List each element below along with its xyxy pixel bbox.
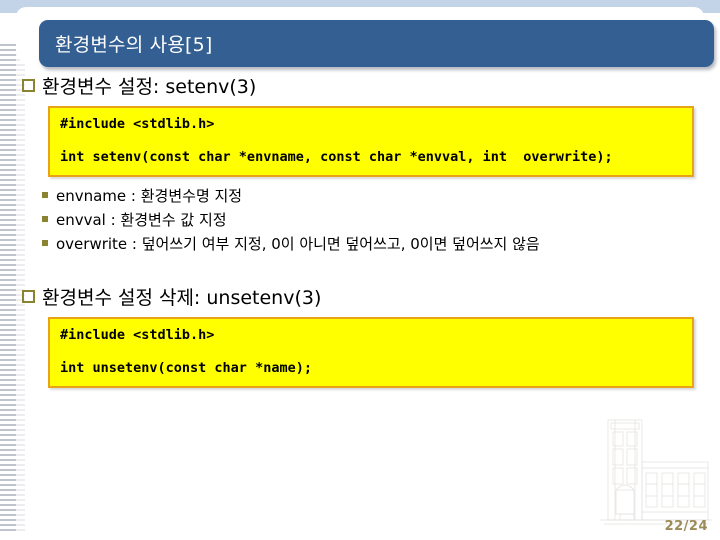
page-title: 환경변수의 사용[5] bbox=[55, 34, 213, 56]
list-item-label: envval : 환경변수 값 지정 bbox=[56, 210, 227, 229]
list-item-label: overwrite : 덮어쓰기 여부 지정, 0이 아니면 덮어쓰고, 0이면… bbox=[56, 234, 540, 253]
list-item: envname : 환경변수명 지정 bbox=[42, 185, 720, 206]
section-heading-2-label: 환경변수 설정 삭제: unsetenv(3) bbox=[42, 286, 322, 309]
list-item-label: envname : 환경변수명 지정 bbox=[56, 186, 243, 205]
code-block-setenv: #include <stdlib.h> int setenv(const cha… bbox=[48, 106, 694, 177]
filled-square-bullet-icon bbox=[42, 191, 48, 198]
filled-square-bullet-icon bbox=[42, 239, 48, 246]
slide-canvas: 환경변수의 사용[5] 환경변수 설정: setenv(3) #include … bbox=[0, 0, 720, 540]
hollow-square-bullet-icon bbox=[22, 289, 35, 303]
hollow-square-bullet-icon bbox=[22, 79, 35, 92]
code-line-signature: int setenv(const char *envname, const ch… bbox=[60, 148, 613, 165]
filled-square-bullet-icon bbox=[42, 215, 48, 222]
slide-content: 환경변수 설정: setenv(3) #include <stdlib.h> i… bbox=[0, 72, 720, 472]
section-heading-1-label: 환경변수 설정: setenv(3) bbox=[42, 76, 257, 98]
code-line-include: #include <stdlib.h> bbox=[60, 116, 215, 132]
list-item: envval : 환경변수 값 지정 bbox=[42, 209, 720, 230]
page-number: 22/24 bbox=[664, 519, 708, 534]
code-block-unsetenv: #include <stdlib.h> int unsetenv(const c… bbox=[48, 316, 694, 388]
section-heading-2: 환경변수 설정 삭제: unsetenv(3) bbox=[0, 283, 720, 310]
slide-title-bar: 환경변수의 사용[5] bbox=[39, 20, 714, 67]
title-frame: 환경변수의 사용[5] bbox=[16, 7, 714, 67]
list-item: overwrite : 덮어쓰기 여부 지정, 0이 아니면 덮어쓰고, 0이면… bbox=[42, 233, 720, 254]
parameter-list-setenv: envname : 환경변수명 지정 envval : 환경변수 값 지정 ov… bbox=[0, 185, 720, 254]
code-line-signature: int unsetenv(const char *name); bbox=[60, 359, 312, 376]
section-heading-1: 환경변수 설정: setenv(3) bbox=[0, 72, 720, 99]
code-line-include: #include <stdlib.h> bbox=[60, 326, 215, 343]
